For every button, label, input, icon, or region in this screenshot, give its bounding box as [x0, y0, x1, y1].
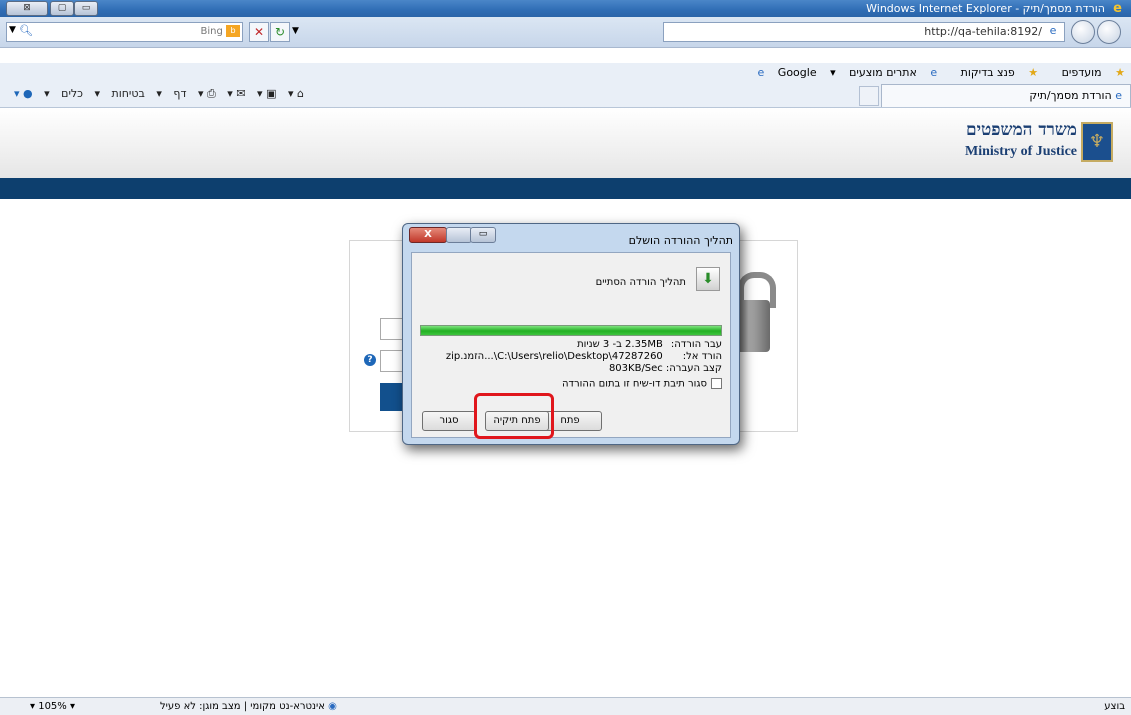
download-progress-bar [420, 325, 722, 336]
menu-tools[interactable]: כלים ▾ [44, 87, 83, 100]
security-zone[interactable]: ◉ אינטרא-נט מקומי | מצב מוגן: לא פעיל [160, 701, 337, 712]
back-button[interactable] [1097, 20, 1121, 44]
address-url[interactable]: http://qa-tehila:8192/ [924, 25, 1042, 38]
header-bar [0, 178, 1131, 199]
search-dropdown-icon[interactable]: ▼ [9, 25, 16, 35]
window-title: הורדת מסמך/תיק - Windows Internet Explor… [866, 2, 1105, 15]
page-icon: e [1049, 24, 1057, 37]
dialog-maximize-icon [446, 227, 472, 243]
menu-page[interactable]: דף ▾ [156, 87, 186, 100]
zoom-level[interactable]: ▾ 105% ▾ [30, 701, 75, 712]
help-icon[interactable]: ? [364, 354, 376, 366]
menorah-emblem-icon: ♆ [1081, 122, 1113, 162]
page-header: ♆ משרד המשפטים Ministry of Justice [0, 108, 1131, 179]
add-favorite-icon: ★ [1028, 66, 1039, 79]
command-bar: ⌂ ▾ ▣ ▾ ✉ ▾ ⎙ ▾ דף ▾ בטיחות ▾ כלים ▾ ● ▾ [6, 87, 304, 101]
refresh-dropdown-icon[interactable]: ▼ [292, 26, 299, 36]
download-complete-dialog: X ▭ תהליך ההורדה הושלם ⬇ תהליך הורדה הסת… [402, 223, 740, 445]
stop-icon[interactable]: ✕ [249, 22, 269, 42]
dialog-close-icon[interactable]: X [409, 227, 447, 243]
fav-link-google[interactable]: e Google [748, 66, 817, 79]
search-box[interactable]: ▼ 🔍︎ Bing b [6, 22, 243, 42]
ie-logo-icon: e [1113, 1, 1122, 16]
feeds-icon[interactable]: ▣ ▾ [257, 87, 276, 100]
address-bar[interactable]: http://qa-tehila:8192/ e [663, 22, 1065, 42]
fav-link-checks[interactable]: ★ פנצ בדיקות [951, 66, 1039, 79]
tab-download-document[interactable]: e הורדת מסמך/תיק [881, 84, 1131, 107]
tab-row: e הורדת מסמך/תיק ⌂ ▾ ▣ ▾ ✉ ▾ ⎙ ▾ דף ▾ בט… [0, 83, 1131, 108]
ministry-name-hebrew: משרד המשפטים [965, 120, 1077, 140]
highlight-box [474, 393, 554, 439]
close-window-button[interactable]: ⊠ [6, 1, 48, 16]
ie-window: ⊠ ▢ ▭ הורדת מסמך/תיק - Windows Internet … [0, 0, 1131, 715]
dialog-title: תהליך ההורדה הושלם [628, 234, 733, 247]
search-engine-name: Bing [200, 26, 223, 37]
mail-icon[interactable]: ✉ ▾ [227, 87, 245, 100]
menu-safety[interactable]: בטיחות ▾ [94, 87, 144, 100]
search-icon[interactable]: 🔍︎ [19, 24, 33, 37]
forward-button[interactable] [1071, 20, 1095, 44]
help-icon[interactable]: ● ▾ [14, 87, 33, 100]
home-icon[interactable]: ⌂ ▾ [288, 87, 304, 100]
minimize-window-button[interactable]: ▭ [74, 1, 98, 16]
status-text: בוצע [1104, 701, 1125, 712]
maximize-window-button[interactable]: ▢ [50, 1, 74, 16]
ie-page-icon: e [930, 66, 938, 79]
bing-icon: b [226, 25, 240, 37]
intranet-icon: ◉ [328, 701, 337, 712]
address-row: ▼ 🔍︎ Bing b ✕ ↻ ▼ http://qa-tehila:8192/… [0, 17, 1131, 48]
close-button[interactable]: סגור [422, 411, 476, 431]
dialog-minimize-icon[interactable]: ▭ [470, 227, 496, 243]
favorites-bar: ★ מועדפים ★ פנצ בדיקות e אתרים מוצעים ▾ … [0, 63, 1131, 83]
transfer-rate-row: קצב העברה: 803KB/Sec [608, 363, 722, 374]
new-tab-button[interactable] [859, 86, 879, 106]
dialog-body: ⬇ תהליך הורדה הסתיים עבר הורדה: 2.35MB ב… [411, 252, 731, 438]
ie-page-icon: e [757, 66, 765, 79]
favorites-button[interactable]: ★ מועדפים [1052, 66, 1125, 79]
download-complete-icon: ⬇ [696, 267, 720, 291]
dialog-message: תהליך הורדה הסתיים [595, 277, 686, 288]
status-bar: בוצע ◉ אינטרא-נט מקומי | מצב מוגן: לא פע… [0, 697, 1131, 715]
fav-link-suggested[interactable]: e אתרים מוצעים ▾ [830, 66, 937, 79]
saved-to-row: הורד אל: C:\Users\relio\Desktop\47287260… [445, 351, 722, 362]
star-icon: ★ [1115, 66, 1125, 79]
ministry-name-english: Ministry of Justice [965, 144, 1077, 159]
downloaded-row: עבר הורדה: 2.35MB ב- 3 שניות [577, 339, 722, 350]
tab-title: הורדת מסמך/תיק [1029, 89, 1112, 102]
print-icon[interactable]: ⎙ ▾ [198, 87, 216, 100]
ie-page-icon: e [1115, 89, 1122, 102]
close-on-complete-checkbox[interactable]: סגור תיבת דו-שיח זו בתום ההורדה [562, 378, 722, 390]
title-bar: ⊠ ▢ ▭ הורדת מסמך/תיק - Windows Internet … [0, 0, 1131, 17]
refresh-icon[interactable]: ↻ [270, 22, 290, 42]
